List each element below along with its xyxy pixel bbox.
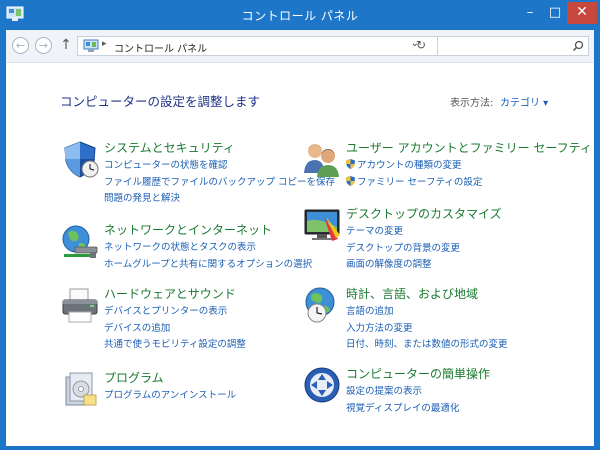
ease-of-access-icon[interactable] [302,365,342,405]
category-link[interactable]: ファミリー セーフティの設定 [346,175,482,192]
control-panel-window: コントロール パネル – □ ✕ ← → ↑ ▸ コントロール パネル ⌄ ↻ [0,0,600,450]
back-button[interactable]: ← [12,37,29,54]
category-link[interactable]: 共通で使うモビリティ設定の調整 [104,337,246,354]
category-link[interactable]: 入力方法の変更 [346,321,508,338]
category-link[interactable]: アカウントの種類の変更 [346,158,482,175]
category-link-label: ファミリー セーフティの設定 [357,176,483,188]
desktop-icon[interactable] [302,205,342,245]
category-link[interactable]: コンピューターの状態を確認 [104,158,335,175]
category-link[interactable]: ホームグループと共有に関するオプションの選択 [104,257,312,274]
category-title[interactable]: プログラム [104,369,164,386]
content-area: コンピューターの設定を調整します 表示方法: カテゴリ ▾ システムとセキュリテ… [6,63,594,446]
window-title: コントロール パネル [241,9,359,23]
search-icon[interactable] [572,40,584,52]
category-link[interactable]: デバイスとプリンターの表示 [104,304,246,321]
category-link[interactable]: テーマの変更 [346,224,460,241]
category-link[interactable]: 問題の発見と解決 [104,191,335,208]
category-links: アカウントの種類の変更 ファミリー セーフティの設定 [346,158,482,191]
category-link[interactable]: 日付、時刻、または数値の形式の変更 [346,337,508,354]
category-links: コンピューターの状態を確認 ファイル履歴でファイルのバックアップ コピーを保存 … [104,158,335,208]
shield-icon[interactable] [60,139,100,179]
category-link[interactable]: 言語の追加 [346,304,508,321]
category-link[interactable]: ファイル履歴でファイルのバックアップ コピーを保存 [104,175,335,192]
up-arrow-icon: ↑ [60,37,72,53]
category-title[interactable]: コンピューターの簡単操作 [346,365,490,382]
close-button[interactable]: ✕ [567,2,597,24]
view-by-label: 表示方法: [450,98,494,109]
category-links: 言語の追加 入力方法の変更 日付、時刻、または数値の形式の変更 [346,304,508,354]
search-input[interactable] [437,36,589,56]
category-links: プログラムのアンインストール [104,388,236,405]
address-bar[interactable]: ▸ コントロール パネル ⌄ [77,36,440,56]
breadcrumb-separator-icon[interactable]: ▸ [102,39,107,49]
category-links: ネットワークの状態とタスクの表示 ホームグループと共有に関するオプションの選択 [104,240,312,273]
up-button[interactable]: ↑ [59,36,73,54]
refresh-button[interactable]: ↻ [413,37,429,53]
category-title[interactable]: ユーザー アカウントとファミリー セーフティ [346,139,592,156]
uac-shield-icon [346,175,355,186]
category-link[interactable]: プログラムのアンインストール [104,388,236,405]
category-title[interactable]: 時計、言語、および地域 [346,285,478,302]
navigation-bar: ← → ↑ ▸ コントロール パネル ⌄ ↻ [6,30,594,63]
category-link[interactable]: デスクトップの背景の変更 [346,241,460,258]
category-links: 設定の提案の表示 視覚ディスプレイの最適化 [346,384,459,417]
category-link[interactable]: 画面の解像度の調整 [346,257,460,274]
page-heading: コンピューターの設定を調整します [60,94,261,109]
title-bar[interactable]: コントロール パネル – □ ✕ [0,0,600,30]
globe-clock-icon[interactable] [302,285,342,325]
users-icon[interactable] [302,139,342,179]
category-title[interactable]: ネットワークとインターネット [104,221,272,238]
printer-icon[interactable] [60,285,100,325]
refresh-icon: ↻ [415,38,427,52]
category-title[interactable]: デスクトップのカスタマイズ [346,205,502,222]
breadcrumb-control-panel[interactable]: コントロール パネル [114,40,207,55]
category-title[interactable]: ハードウェアとサウンド [104,285,236,302]
control-panel-icon [83,39,99,52]
programs-icon[interactable] [60,369,100,409]
forward-arrow-icon: → [38,39,49,52]
back-arrow-icon: ← [15,39,26,52]
forward-button[interactable]: → [35,37,52,54]
maximize-button[interactable]: □ [542,2,568,24]
category-links: デバイスとプリンターの表示 デバイスの追加 共通で使うモビリティ設定の調整 [104,304,246,354]
category-link[interactable]: デバイスの追加 [104,321,246,338]
category-link[interactable]: ネットワークの状態とタスクの表示 [104,240,312,257]
uac-shield-icon [346,159,355,169]
category-link[interactable]: 視覚ディスプレイの最適化 [346,401,459,418]
network-icon[interactable] [60,221,100,261]
category-link-label: アカウントの種類の変更 [357,160,462,171]
minimize-button[interactable]: – [517,2,543,24]
category-links: テーマの変更 デスクトップの背景の変更 画面の解像度の調整 [346,224,460,274]
category-link[interactable]: 設定の提案の表示 [346,384,459,401]
view-by-dropdown[interactable]: カテゴリ ▾ [500,94,548,109]
category-title[interactable]: システムとセキュリティ [104,139,235,156]
